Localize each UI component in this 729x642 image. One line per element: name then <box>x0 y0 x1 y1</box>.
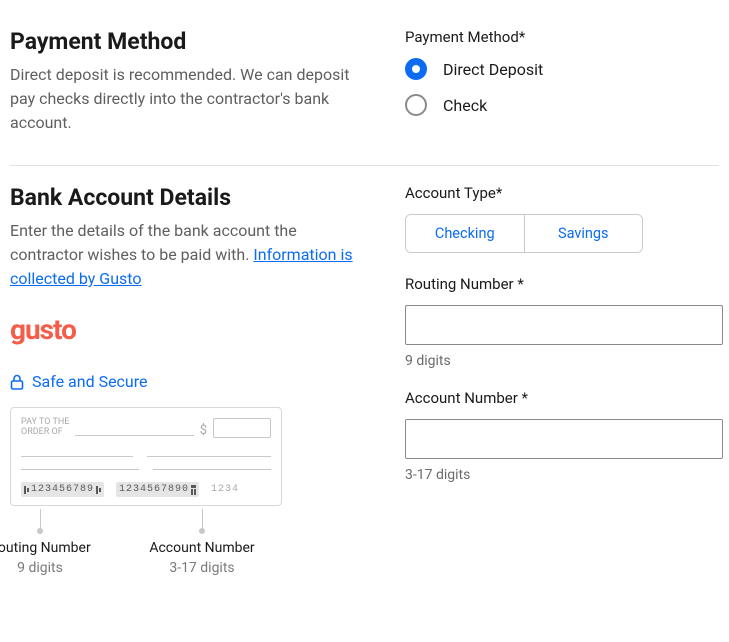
radio-label-direct-deposit: Direct Deposit <box>443 60 543 79</box>
pointer-routing-sub: 9 digits <box>17 560 63 576</box>
routing-number-label: Routing Number * <box>405 275 723 293</box>
radio-direct-deposit[interactable]: Direct Deposit <box>405 58 719 80</box>
check-dollar-sign: $ <box>200 424 207 438</box>
gusto-logo-text: gusto <box>10 313 76 346</box>
pointer-account-sub: 3-17 digits <box>169 560 234 576</box>
account-number-hint: 3-17 digits <box>405 467 723 483</box>
micr-routing-box: 123456789 <box>21 482 104 497</box>
pointer-account: Account Number 3-17 digits <box>134 509 270 576</box>
radio-label-check: Check <box>443 96 487 115</box>
check-mid-lines <box>21 456 271 457</box>
pointer-account-label: Account Number <box>149 540 254 556</box>
payment-method-form: Payment Method* Direct Deposit Check <box>405 28 719 135</box>
check-amount-box <box>213 418 271 438</box>
payment-method-radio-group: Direct Deposit Check <box>405 58 719 116</box>
payment-method-info: Payment Method Direct deposit is recomme… <box>10 28 365 135</box>
account-type-label: Account Type* <box>405 184 723 202</box>
payment-method-section: Payment Method Direct deposit is recomme… <box>10 10 719 165</box>
check-illustration: PAY TO THE ORDER OF $ 123456789 12345678… <box>10 407 282 506</box>
bank-details-title: Bank Account Details <box>10 184 365 211</box>
radio-icon-unselected <box>405 94 427 116</box>
gusto-logo: gusto <box>10 313 365 346</box>
check-pay-to-text: PAY TO THE ORDER OF <box>21 418 69 438</box>
pointer-routing: Routing Number 9 digits <box>0 509 108 576</box>
account-type-checking-button[interactable]: Checking <box>406 215 524 252</box>
pointer-routing-label: Routing Number <box>0 540 91 556</box>
safe-secure-text: Safe and Secure <box>32 372 148 391</box>
payment-method-title: Payment Method <box>10 28 365 55</box>
payment-method-label: Payment Method* <box>405 28 719 46</box>
safe-secure-badge: Safe and Secure <box>10 372 365 391</box>
account-type-segmented: Checking Savings <box>405 214 643 253</box>
account-type-savings-button[interactable]: Savings <box>524 215 643 252</box>
radio-icon-selected <box>405 58 427 80</box>
bank-details-description: Enter the details of the bank account th… <box>10 219 365 291</box>
account-number-input[interactable] <box>405 419 723 459</box>
micr-routing-sample: 123456789 <box>31 484 94 495</box>
micr-check-num: 1234 <box>211 484 239 495</box>
check-top-row: PAY TO THE ORDER OF $ <box>21 418 271 438</box>
check-pointers: Routing Number 9 digits Account Number 3… <box>10 509 282 576</box>
bank-details-section: Bank Account Details Enter the details o… <box>10 166 719 576</box>
account-number-label: Account Number * <box>405 389 723 407</box>
micr-account-box: 1234567890 <box>116 482 199 497</box>
routing-number-hint: 9 digits <box>405 353 723 369</box>
check-micr-row: 123456789 1234567890 1234 <box>21 482 271 497</box>
check-payee-line <box>75 435 193 436</box>
payment-method-description: Direct deposit is recommended. We can de… <box>10 63 365 135</box>
micr-account-sample: 1234567890 <box>119 484 189 495</box>
routing-number-input[interactable] <box>405 305 723 345</box>
bank-details-info: Bank Account Details Enter the details o… <box>10 184 365 576</box>
bank-details-form: Account Type* Checking Savings Routing N… <box>405 184 723 576</box>
check-bottom-lines <box>21 469 271 470</box>
radio-check[interactable]: Check <box>405 94 719 116</box>
lock-icon <box>10 374 24 390</box>
